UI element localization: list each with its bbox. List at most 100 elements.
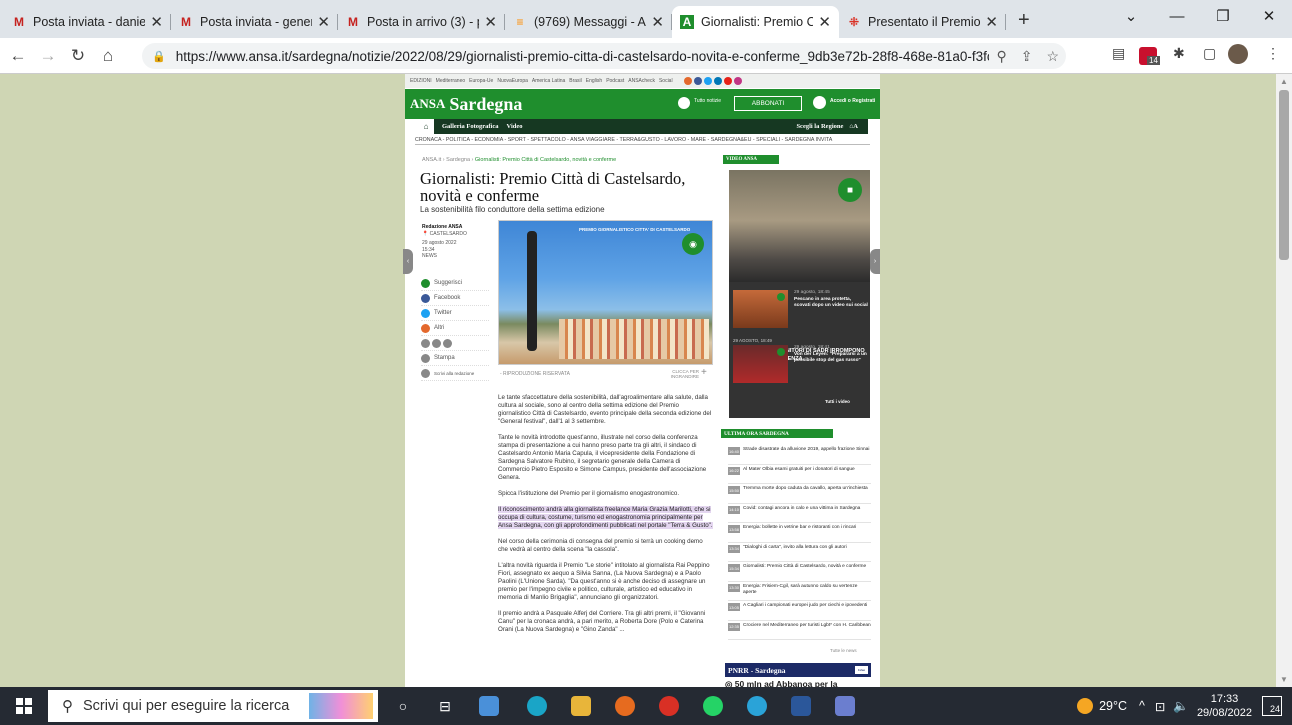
tab-5[interactable]: A Giornalisti: Premio Citt ✕ xyxy=(672,6,839,38)
tab-3[interactable]: M Posta in arrivo (3) - pr ✕ xyxy=(338,6,505,38)
video-item[interactable]: 29 agosto, 18:41 Von der Leyen: "Preparar… xyxy=(733,345,868,385)
share-other[interactable]: Altri xyxy=(434,325,444,331)
news-item[interactable]: 15:50 Tremma morte dopo caduta da cavallo… xyxy=(728,484,871,504)
file-explorer-icon[interactable] xyxy=(571,696,591,716)
nav-video[interactable]: Video xyxy=(507,123,523,130)
video-title[interactable]: Pescano in area protetta, scovati dopo u… xyxy=(794,297,868,309)
close-tab-icon[interactable]: ✕ xyxy=(651,13,664,31)
news-item[interactable]: 13:34 "Dialoghi di carta", invito alla le… xyxy=(728,543,871,562)
youtube-icon[interactable] xyxy=(723,77,732,85)
zoom-icon[interactable]: ⚲ xyxy=(996,48,1006,65)
edition-link[interactable]: Brasil xyxy=(569,78,582,84)
share-print[interactable]: Stampa xyxy=(434,355,455,361)
network-icon[interactable]: ⊡ xyxy=(1155,699,1165,714)
tab-search-icon[interactable]: ⌄ xyxy=(1108,0,1154,32)
minimize-button[interactable]: — xyxy=(1154,0,1200,32)
tab-6[interactable]: ⁜ Presentato il Premio C ✕ xyxy=(839,6,1006,38)
edge-icon[interactable] xyxy=(527,696,547,716)
pnrr-banner[interactable]: PNRR - Sardegna Live xyxy=(725,663,871,677)
news-headline[interactable]: A Cagliari i campionati europei judo per… xyxy=(743,603,867,609)
news-item[interactable]: 13:30 Energia: Frisiem-Cgil, sarà autunno… xyxy=(728,582,871,601)
news-headline[interactable]: Crociere nel Mediterraneo per turisti Lg… xyxy=(743,623,871,629)
twitter-icon[interactable] xyxy=(703,77,712,85)
edition-link[interactable]: ANSAcheck xyxy=(628,78,655,84)
font-plus-icon[interactable] xyxy=(443,338,452,348)
firefox-icon[interactable] xyxy=(615,696,635,716)
share-icon[interactable]: ⇪ xyxy=(1021,48,1033,65)
news-headline[interactable]: Energia: bollette in vetrine bar e risto… xyxy=(743,525,856,531)
edition-link[interactable]: Social xyxy=(659,78,673,84)
home-nav-icon[interactable]: ⌂ xyxy=(418,119,434,134)
close-window-button[interactable]: ✕ xyxy=(1246,0,1292,32)
close-tab-icon[interactable]: ✕ xyxy=(317,13,330,31)
tray-expand-icon[interactable]: ^ xyxy=(1139,699,1145,713)
linkedin-icon[interactable] xyxy=(713,77,722,85)
video-section-header[interactable]: VIDEO ANSA xyxy=(723,155,779,164)
taskbar-search[interactable]: ⚲ Scrivi qui per eseguire la ricerca xyxy=(48,690,378,722)
news-item[interactable]: 13:58 Energia: bollette in vetrine bar e … xyxy=(728,523,871,543)
region-logo[interactable]: Sardegna xyxy=(449,94,522,115)
news-item[interactable]: 13:05 A Cagliari i campionati europei jud… xyxy=(728,601,871,621)
edition-link[interactable]: English xyxy=(586,78,602,84)
news-item[interactable]: 16:22 Al Mater Olbia esami gratuiti per i… xyxy=(728,465,871,484)
profile-avatar[interactable] xyxy=(1228,44,1248,64)
next-article-arrow[interactable]: › xyxy=(870,249,880,274)
video-item[interactable]: 29 agosto, 18:45 Pescano in area protetta… xyxy=(733,290,868,330)
breadcrumb-section[interactable]: Sardegna xyxy=(446,157,470,163)
scroll-up-icon[interactable]: ▲ xyxy=(1280,77,1288,86)
close-tab-icon[interactable]: ✕ xyxy=(484,13,497,31)
chrome-profile-icon[interactable] xyxy=(747,696,767,716)
region-picker[interactable]: Scegli la Regione xyxy=(796,123,843,130)
edition-link[interactable]: NuovaEuropa xyxy=(497,78,528,84)
news-headline[interactable]: "Dialoghi di carta", invito alla lettura… xyxy=(743,545,847,551)
back-icon[interactable]: ← xyxy=(6,46,30,66)
news-headline[interactable]: Al Mater Olbia esami gratuiti per i dona… xyxy=(743,467,855,473)
forward-icon[interactable]: → xyxy=(36,46,60,66)
enlarge-label[interactable]: CLICCA PER INGRANDIRE xyxy=(665,369,699,379)
news-item[interactable]: 15:34 Giornalisti: Premio Città di Castel… xyxy=(728,562,871,582)
page-scrollbar[interactable]: ▲ ▼ xyxy=(1276,74,1292,687)
edition-link[interactable]: Mediterraneo xyxy=(436,78,465,84)
volume-icon[interactable]: 🔈 xyxy=(1173,699,1189,714)
share-facebook[interactable]: Facebook xyxy=(434,295,460,301)
news-headline[interactable]: Covid: contagi ancora in calo e una vitt… xyxy=(743,506,860,512)
tab-2[interactable]: M Posta inviata - genera ✕ xyxy=(171,6,338,38)
news-headline[interactable]: Strade disastrate da alluvione 2019, app… xyxy=(743,447,869,453)
camera-icon[interactable]: ◉ xyxy=(682,233,704,255)
share-twitter[interactable]: Twitter xyxy=(434,310,452,316)
url-field[interactable]: 🔒 https://www.ansa.it/sardegna/notizie/2… xyxy=(142,43,1066,69)
home-icon[interactable]: ⌂ xyxy=(96,46,120,66)
windows-start-icon[interactable] xyxy=(16,698,32,714)
tab-1[interactable]: M Posta inviata - daniela ✕ xyxy=(4,6,171,38)
edition-link[interactable]: Podcast xyxy=(606,78,624,84)
search-label[interactable]: Tutto notizie xyxy=(694,98,721,104)
close-tab-icon[interactable]: ✕ xyxy=(985,13,998,31)
article-photo[interactable]: PREMIO GIORNALISTICO CITTA' DI CASTELSAR… xyxy=(498,220,713,365)
teams-icon[interactable] xyxy=(479,696,499,716)
weather-temp[interactable]: 29°C xyxy=(1099,699,1127,713)
new-tab-button[interactable]: + xyxy=(1018,9,1030,32)
rss-icon[interactable] xyxy=(683,77,692,85)
news-item[interactable]: 12:35 Crociere nel Mediterraneo per turis… xyxy=(728,621,871,640)
font-size-icon[interactable]: ⌂A xyxy=(849,123,858,130)
menu-kebab-icon[interactable]: ⋮ xyxy=(1266,45,1280,62)
close-tab-icon[interactable]: ✕ xyxy=(818,13,831,31)
prev-article-arrow[interactable]: ‹ xyxy=(403,249,413,274)
extensions-puzzle-icon[interactable]: ✱ xyxy=(1173,45,1185,62)
bookmark-star-icon[interactable]: ☆ xyxy=(1046,48,1059,65)
tab-4[interactable]: ≡ (9769) Messaggi - Ar ✕ xyxy=(505,6,672,38)
restore-button[interactable]: ❐ xyxy=(1200,0,1246,32)
video-title[interactable]: Von der Leyen: "Prepararsi a un possibil… xyxy=(794,352,867,364)
news-headline[interactable]: Giornalisti: Premio Città di Castelsardo… xyxy=(743,564,866,570)
scroll-thumb[interactable] xyxy=(1279,90,1289,260)
user-icon[interactable] xyxy=(813,96,826,109)
video-camera-icon[interactable]: ■ xyxy=(838,178,862,202)
scroll-down-icon[interactable]: ▼ xyxy=(1280,675,1288,684)
app-icon[interactable] xyxy=(835,696,855,716)
instagram-icon[interactable] xyxy=(733,77,742,85)
pnrr-teaser[interactable]: ◎ 50 mln ad Abbanoa per la xyxy=(725,680,837,688)
close-tab-icon[interactable]: ✕ xyxy=(150,13,163,31)
notification-center[interactable]: 24 xyxy=(1262,696,1282,716)
task-view-icon[interactable]: ⊟ xyxy=(434,696,456,716)
subscribe-button[interactable]: ABBONATI xyxy=(734,96,802,111)
